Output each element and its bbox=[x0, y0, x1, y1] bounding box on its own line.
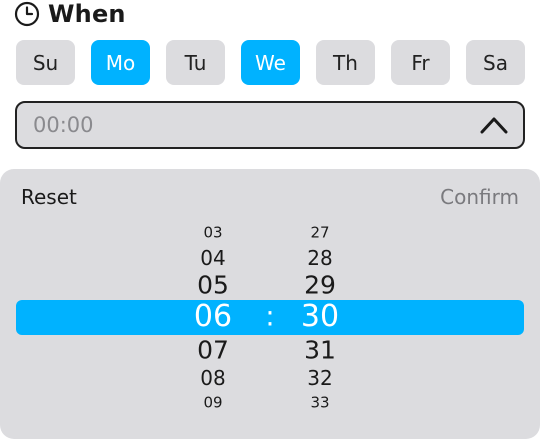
chevron-up-icon[interactable] bbox=[479, 112, 509, 138]
hour-option[interactable]: 04 bbox=[173, 248, 253, 268]
hour-option[interactable]: 08 bbox=[173, 368, 253, 388]
day-button-friday[interactable]: Fr bbox=[391, 40, 450, 85]
time-input-value: 00:00 bbox=[33, 113, 94, 137]
weekday-selector: Su Mo Tu We Th Fr Sa bbox=[16, 40, 525, 85]
hour-wheel[interactable]: 03 04 05 06 07 08 09 bbox=[173, 169, 253, 439]
time-separator: : bbox=[265, 299, 275, 333]
hour-option[interactable]: 07 bbox=[173, 338, 253, 363]
hour-option[interactable]: 09 bbox=[173, 395, 253, 411]
hour-option[interactable]: 03 bbox=[173, 225, 253, 241]
day-button-thursday[interactable]: Th bbox=[316, 40, 375, 85]
hour-option[interactable]: 05 bbox=[173, 273, 253, 298]
confirm-button[interactable]: Confirm bbox=[440, 185, 519, 209]
section-title: When bbox=[48, 0, 126, 28]
day-button-sunday[interactable]: Su bbox=[16, 40, 75, 85]
day-button-wednesday[interactable]: We bbox=[241, 40, 300, 85]
minute-option[interactable]: 31 bbox=[280, 338, 360, 363]
minute-option-selected[interactable]: 30 bbox=[280, 302, 360, 332]
minute-option[interactable]: 33 bbox=[280, 395, 360, 411]
day-button-saturday[interactable]: Sa bbox=[466, 40, 525, 85]
day-button-monday[interactable]: Mo bbox=[91, 40, 150, 85]
minute-option[interactable]: 28 bbox=[280, 248, 360, 268]
day-button-tuesday[interactable]: Tu bbox=[166, 40, 225, 85]
minute-option[interactable]: 29 bbox=[280, 273, 360, 298]
minute-option[interactable]: 32 bbox=[280, 368, 360, 388]
section-header: When bbox=[14, 0, 126, 28]
time-picker-panel: Reset Confirm 03 04 05 06 07 08 09 : 27 … bbox=[0, 169, 540, 439]
clock-icon bbox=[14, 1, 40, 27]
time-input[interactable]: 00:00 bbox=[15, 101, 525, 149]
minute-option[interactable]: 27 bbox=[280, 225, 360, 241]
hour-option-selected[interactable]: 06 bbox=[173, 302, 253, 332]
reset-button[interactable]: Reset bbox=[21, 185, 77, 209]
minute-wheel[interactable]: 27 28 29 30 31 32 33 bbox=[280, 169, 360, 439]
